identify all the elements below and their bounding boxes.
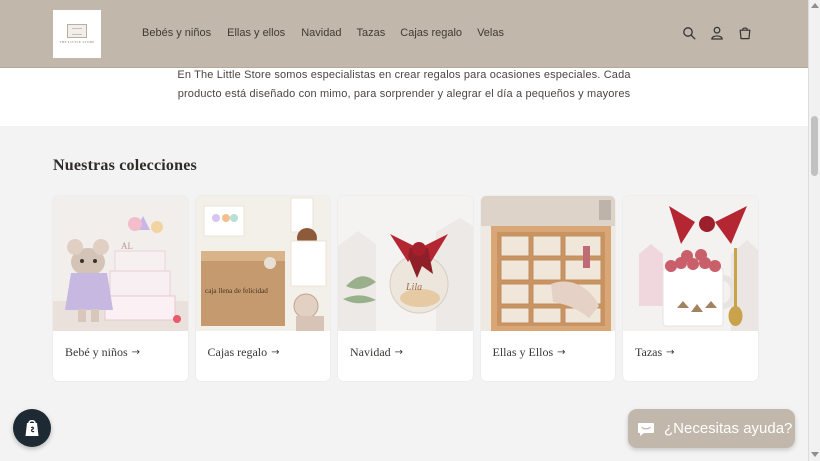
arrow-right-icon: →	[394, 347, 404, 358]
collection-card-bebe-y-ninos[interactable]: AL Bebé y niños →	[53, 196, 188, 381]
nav-item-ellas-y-ellos[interactable]: Ellas y ellos	[227, 27, 285, 39]
logo-mark-icon	[67, 24, 87, 38]
collection-label-cajas-regalo[interactable]: Cajas regalo →	[196, 331, 331, 381]
collection-card-cajas-regalo[interactable]: caja llena de felicidad Cajas regalo →	[195, 196, 331, 381]
page: THE LITTLE STORE Bebés y niños Ellas y e…	[0, 0, 808, 461]
chat-bubble-icon	[638, 422, 654, 436]
collection-label-tazas[interactable]: Tazas →	[623, 331, 758, 381]
cart-icon[interactable]	[738, 26, 752, 40]
store-logo[interactable]: THE LITTLE STORE	[53, 10, 101, 58]
intro-line-2: producto está diseñado con mimo, para so…	[177, 88, 631, 100]
collection-label-bebe-y-ninos[interactable]: Bebé y niños →	[53, 331, 188, 381]
chat-help-button[interactable]: ¿Necesitas ayuda?	[628, 409, 795, 448]
collection-image-tazas	[623, 196, 758, 331]
nav-item-cajas-regalo[interactable]: Cajas regalo	[400, 27, 462, 39]
svg-text:Lila: Lila	[405, 282, 422, 293]
collection-card-navidad[interactable]: Lila Navidad →	[338, 196, 473, 381]
collection-image-navidad: Lila	[338, 196, 473, 331]
svg-text:AL: AL	[121, 241, 133, 251]
chat-help-label: ¿Necesitas ayuda?	[664, 420, 793, 437]
nav-item-velas[interactable]: Velas	[477, 27, 504, 39]
nav-item-tazas[interactable]: Tazas	[357, 27, 386, 39]
search-icon[interactable]	[682, 26, 696, 40]
arrow-right-icon: →	[557, 347, 566, 358]
logo-text: THE LITTLE STORE	[59, 40, 95, 44]
scroll-thumb[interactable]	[811, 116, 818, 176]
intro-line-1: En The Little Store somos especialistas …	[177, 69, 631, 81]
vertical-scrollbar[interactable]	[808, 0, 820, 461]
collection-label-ellas-y-ellos[interactable]: Ellas y Ellos →	[481, 331, 616, 381]
scroll-down-arrow-icon[interactable]	[811, 452, 819, 457]
main-nav: Bebés y niños Ellas y ellos Navidad Taza…	[142, 27, 504, 39]
nav-item-bebes-y-ninos[interactable]: Bebés y niños	[142, 27, 211, 39]
collections-title: Nuestras colecciones	[53, 157, 197, 174]
arrow-right-icon: →	[666, 347, 675, 358]
nav-item-navidad[interactable]: Navidad	[301, 27, 341, 39]
collection-image-cajas-regalo: caja llena de felicidad	[195, 196, 330, 331]
collection-card-tazas[interactable]: Tazas →	[623, 196, 758, 381]
collection-image-ellas-y-ellos	[480, 196, 615, 331]
collection-card-ellas-y-ellos[interactable]: Ellas y Ellos →	[480, 196, 616, 381]
collection-label-navidad[interactable]: Navidad →	[338, 331, 473, 381]
account-icon[interactable]	[710, 26, 724, 40]
collections-grid: AL Bebé y niños → caja llena de felicida…	[53, 196, 758, 381]
box-print-text: caja llena de felicidad	[205, 287, 268, 295]
arrow-right-icon: →	[131, 347, 141, 358]
shopify-bag-icon	[25, 419, 39, 436]
intro-text: En The Little Store somos especialistas …	[0, 68, 808, 126]
collection-image-bebe-y-ninos: AL	[53, 196, 188, 331]
scroll-up-arrow-icon[interactable]	[811, 3, 819, 8]
site-header: THE LITTLE STORE Bebés y niños Ellas y e…	[0, 0, 808, 68]
arrow-right-icon: →	[271, 347, 280, 358]
header-icons	[682, 26, 752, 40]
shopify-button[interactable]	[13, 409, 51, 447]
